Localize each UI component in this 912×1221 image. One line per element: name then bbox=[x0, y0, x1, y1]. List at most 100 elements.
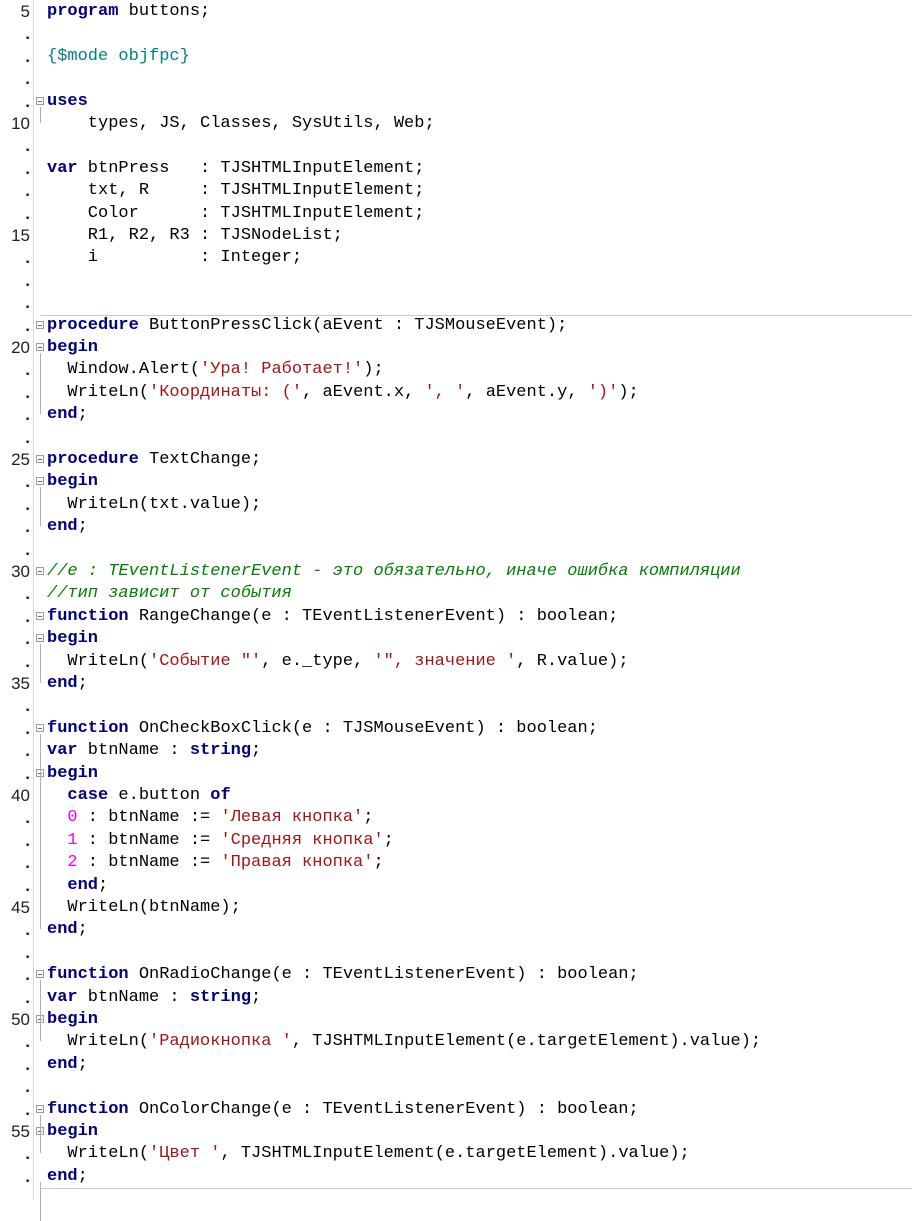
code-line[interactable]: . end; bbox=[0, 516, 912, 538]
code-text: function OnCheckBoxClick(e : TJSMouseEve… bbox=[47, 718, 598, 740]
code-line[interactable]: . bbox=[0, 135, 912, 157]
code-line[interactable]: . WriteLn('Событие "', e._type, '", знач… bbox=[0, 651, 912, 673]
code-token-text: WriteLn( bbox=[47, 651, 150, 671]
code-token-text: txt, R : TJSHTMLInputElement; bbox=[47, 181, 425, 201]
code-line[interactable]: 15 R1, R2, R3 : TJSNodeList; bbox=[0, 225, 912, 247]
code-line[interactable]: . function RangeChange(e : TEventListener… bbox=[0, 606, 912, 628]
code-line[interactable]: . function OnRadioChange(e : TEventListen… bbox=[0, 964, 912, 986]
code-token-kw: uses bbox=[47, 91, 88, 111]
code-line[interactable]: . {$mode objfpc} bbox=[0, 46, 912, 68]
code-line[interactable]: . end; bbox=[0, 919, 912, 941]
fold-toggle-icon[interactable] bbox=[36, 634, 44, 643]
code-line[interactable]: . function OnCheckBoxClick(e : TJSMouseEv… bbox=[0, 718, 912, 740]
code-token-text: ; bbox=[77, 674, 88, 693]
line-number: 35 bbox=[11, 674, 30, 693]
fold-toggle-icon[interactable] bbox=[36, 477, 44, 486]
code-editor[interactable]: 5 program buttons;.. {$mode objfpc}.. uses 1… bbox=[0, 0, 912, 1221]
code-line[interactable]: . bbox=[0, 695, 912, 717]
code-line[interactable]: . WriteLn('Координаты: (', aEvent.x, ', … bbox=[0, 382, 912, 404]
code-token-text: OnColorChange(e : TEventListenerEvent) :… bbox=[128, 1099, 639, 1119]
code-text: end; bbox=[47, 673, 88, 695]
code-line[interactable]: 25 procedure TextChange; bbox=[0, 449, 912, 471]
code-token-kw: end bbox=[47, 405, 78, 425]
code-line[interactable]: . bbox=[0, 942, 912, 964]
code-line[interactable]: . var btnPress : TJSHTMLInputElement; bbox=[0, 158, 912, 180]
code-line[interactable]: . begin bbox=[0, 628, 912, 650]
section-separator bbox=[40, 314, 912, 316]
code-line[interactable]: 45 WriteLn(btnName); bbox=[0, 897, 912, 919]
code-line[interactable]: . var btnName : string; bbox=[0, 740, 912, 762]
code-line[interactable]: . bbox=[0, 68, 912, 90]
code-line[interactable]: 40 case e.button of bbox=[0, 785, 912, 807]
fold-toggle-icon[interactable] bbox=[36, 96, 44, 105]
code-line[interactable]: . bbox=[0, 539, 912, 561]
code-token-text: ; bbox=[363, 808, 374, 828]
fold-toggle-icon[interactable] bbox=[36, 455, 44, 463]
code-line[interactable]: . Window.Alert('Ура! Работает!'); bbox=[0, 359, 912, 381]
code-line[interactable]: . begin bbox=[0, 471, 912, 493]
code-line[interactable]: . WriteLn('Радиокнопка ', TJSHTMLInputEl… bbox=[0, 1031, 912, 1053]
code-token-text: , TJSHTMLInputElement(e.targetElement).v… bbox=[291, 1032, 762, 1052]
code-line[interactable]: . bbox=[0, 1076, 912, 1098]
code-text: 1 : btnName := 'Средняя кнопка'; bbox=[47, 830, 393, 852]
code-line[interactable]: . begin bbox=[0, 763, 912, 785]
line-number: . bbox=[25, 718, 30, 738]
code-text: types, JS, Classes, SysUtils, Web; bbox=[47, 113, 435, 135]
code-line[interactable]: . 0 : btnName := 'Левая кнопка'; bbox=[0, 807, 912, 829]
code-line[interactable]: . i : Integer; bbox=[0, 247, 912, 269]
code-line[interactable]: 5 program buttons; bbox=[0, 1, 912, 23]
code-text: {$mode objfpc} bbox=[47, 46, 190, 68]
code-line[interactable]: . function OnColorChange(e : TEventListen… bbox=[0, 1099, 912, 1121]
code-line[interactable]: . procedure ButtonPressClick(aEvent : TJS… bbox=[0, 315, 912, 337]
fold-toggle-icon[interactable] bbox=[36, 723, 44, 732]
fold-toggle-icon[interactable] bbox=[36, 320, 44, 329]
code-line[interactable]: . end; bbox=[0, 1054, 912, 1076]
code-line[interactable]: . Color : TJSHTMLInputElement; bbox=[0, 203, 912, 225]
fold-guide bbox=[40, 106, 41, 123]
code-line[interactable]: . txt, R : TJSHTMLInputElement; bbox=[0, 180, 912, 202]
code-token-text: , aEvent.x, bbox=[302, 382, 425, 402]
code-token-text: , e._type, bbox=[261, 651, 374, 671]
code-text: //тип зависит от события bbox=[47, 583, 292, 605]
fold-toggle-icon[interactable] bbox=[36, 567, 44, 575]
code-line[interactable]: . WriteLn(txt.value); bbox=[0, 494, 912, 516]
code-text: end; bbox=[47, 1166, 88, 1188]
code-token-text: ; bbox=[373, 853, 384, 873]
code-token-text: ; bbox=[77, 1166, 88, 1186]
code-line[interactable]: . bbox=[0, 292, 912, 314]
code-line[interactable]: . bbox=[0, 427, 912, 449]
code-line[interactable]: 30 //e : TEventListenerEvent - это обязат… bbox=[0, 561, 912, 583]
fold-toggle-icon[interactable] bbox=[36, 611, 44, 620]
fold-toggle-icon[interactable] bbox=[36, 970, 44, 979]
code-token-kw: function bbox=[47, 1099, 129, 1119]
code-line[interactable]: . 2 : btnName := 'Правая кнопка'; bbox=[0, 852, 912, 874]
code-line[interactable]: 50 begin bbox=[0, 1009, 912, 1031]
code-token-text: ; bbox=[251, 987, 262, 1007]
code-line[interactable]: . end; bbox=[0, 1166, 912, 1188]
line-number: 15 bbox=[11, 226, 30, 245]
fold-guide bbox=[40, 733, 41, 930]
fold-toggle-icon[interactable] bbox=[36, 343, 44, 351]
code-line[interactable]: . end; bbox=[0, 875, 912, 897]
line-number: . bbox=[25, 24, 30, 44]
code-line[interactable]: . WriteLn('Цвет ', TJSHTMLInputElement(e… bbox=[0, 1143, 912, 1165]
code-line[interactable]: . bbox=[0, 270, 912, 292]
code-line[interactable]: . //тип зависит от события bbox=[0, 583, 912, 605]
code-text: begin bbox=[47, 1009, 98, 1031]
code-line[interactable]: . uses bbox=[0, 91, 912, 113]
line-number: . bbox=[25, 539, 30, 559]
code-line[interactable]: 35 end; bbox=[0, 673, 912, 695]
code-token-kw: function bbox=[47, 718, 129, 738]
code-line[interactable]: . 1 : btnName := 'Средняя кнопка'; bbox=[0, 830, 912, 852]
code-text: 0 : btnName := 'Левая кнопка'; bbox=[47, 807, 373, 829]
code-text: begin bbox=[47, 471, 98, 493]
code-line[interactable]: 55 begin bbox=[0, 1121, 912, 1143]
code-token-text: WriteLn(btnName); bbox=[47, 898, 241, 917]
code-line[interactable]: . end; bbox=[0, 404, 912, 426]
code-line[interactable]: 20 begin bbox=[0, 337, 912, 359]
fold-toggle-icon[interactable] bbox=[36, 1104, 44, 1113]
code-line[interactable]: . bbox=[0, 23, 912, 45]
code-line[interactable]: . var btnName : string; bbox=[0, 987, 912, 1009]
code-line[interactable]: 10 types, JS, Classes, SysUtils, Web; bbox=[0, 113, 912, 135]
